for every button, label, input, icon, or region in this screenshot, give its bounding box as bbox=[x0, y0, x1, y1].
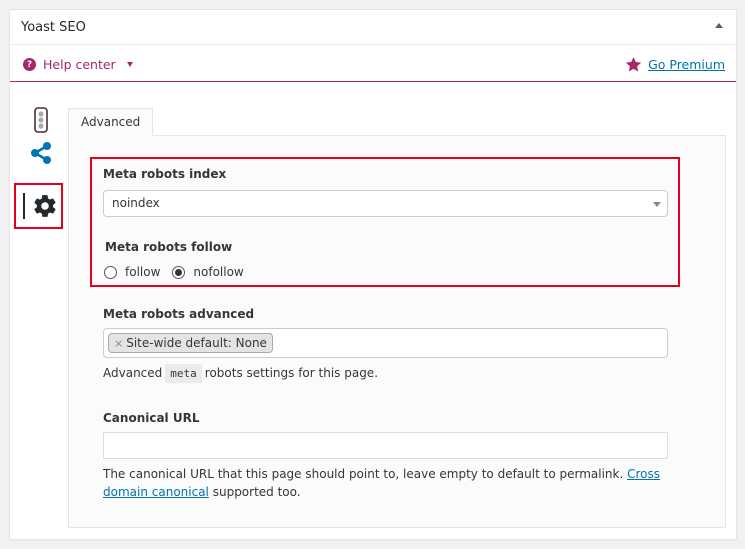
yoast-seo-metabox: Yoast SEO ? Help center Go Premium Advan… bbox=[9, 9, 737, 540]
side-tab-readability[interactable] bbox=[22, 105, 60, 135]
triangle-up-icon[interactable] bbox=[715, 23, 723, 28]
tab-advanced[interactable]: Advanced bbox=[68, 108, 154, 136]
traffic-light-icon bbox=[34, 107, 48, 133]
active-tab-indicator bbox=[23, 193, 25, 219]
side-tab-advanced[interactable] bbox=[14, 183, 63, 229]
meta-robots-index-label: Meta robots index bbox=[103, 167, 227, 181]
caret-down-icon bbox=[126, 62, 133, 67]
selected-chip: × Site-wide default: None bbox=[108, 333, 273, 353]
radio-option-nofollow[interactable]: nofollow bbox=[172, 265, 244, 279]
help-prefix: Advanced bbox=[103, 366, 163, 380]
meta-robots-index-value: noindex bbox=[112, 196, 160, 210]
share-icon bbox=[31, 142, 51, 164]
canonical-url-input[interactable] bbox=[103, 432, 668, 459]
metabox-header: Yoast SEO bbox=[10, 10, 736, 45]
go-premium-link[interactable]: Go Premium bbox=[625, 56, 725, 73]
canonical-url-label: Canonical URL bbox=[103, 411, 200, 425]
chevron-down-icon bbox=[653, 202, 661, 207]
radio-follow[interactable] bbox=[104, 265, 117, 279]
gear-icon bbox=[33, 195, 56, 217]
meta-code: meta bbox=[165, 364, 202, 383]
canonical-help-text: The canonical URL that this page should … bbox=[103, 467, 624, 481]
metabox-title: Yoast SEO bbox=[21, 20, 86, 35]
meta-robots-advanced-help: Advanced meta robots settings for this pag… bbox=[103, 364, 378, 383]
advanced-panel: Meta robots index noindex Meta robots fo… bbox=[68, 135, 726, 528]
radio-follow-label: follow bbox=[125, 265, 161, 279]
go-premium-label[interactable]: Go Premium bbox=[648, 57, 725, 72]
meta-robots-index-select[interactable]: noindex bbox=[103, 190, 668, 217]
advanced-content: Advanced Meta robots index noindex Meta … bbox=[68, 108, 726, 528]
meta-robots-follow-radios: follow nofollow bbox=[104, 265, 244, 279]
radio-option-follow[interactable]: follow bbox=[104, 265, 160, 279]
side-tab-social[interactable] bbox=[22, 138, 60, 168]
remove-chip-icon[interactable]: × bbox=[114, 337, 123, 350]
chip-label: Site-wide default: None bbox=[126, 336, 267, 350]
meta-robots-advanced-select[interactable]: × Site-wide default: None bbox=[103, 328, 668, 358]
help-bar: ? Help center Go Premium bbox=[10, 46, 736, 82]
canonical-url-help: The canonical URL that this page should … bbox=[103, 465, 668, 501]
meta-robots-follow-label: Meta robots follow bbox=[105, 240, 233, 254]
help-suffix: robots settings for this page. bbox=[204, 366, 379, 380]
question-circle-icon: ? bbox=[23, 58, 36, 71]
help-center-label: Help center bbox=[43, 57, 116, 72]
canonical-help-suffix: supported too. bbox=[212, 485, 301, 499]
help-center-button[interactable]: ? Help center bbox=[23, 57, 133, 72]
radio-nofollow-label: nofollow bbox=[193, 265, 244, 279]
radio-nofollow[interactable] bbox=[172, 265, 186, 279]
meta-robots-advanced-label: Meta robots advanced bbox=[103, 307, 255, 321]
star-icon bbox=[625, 57, 642, 72]
